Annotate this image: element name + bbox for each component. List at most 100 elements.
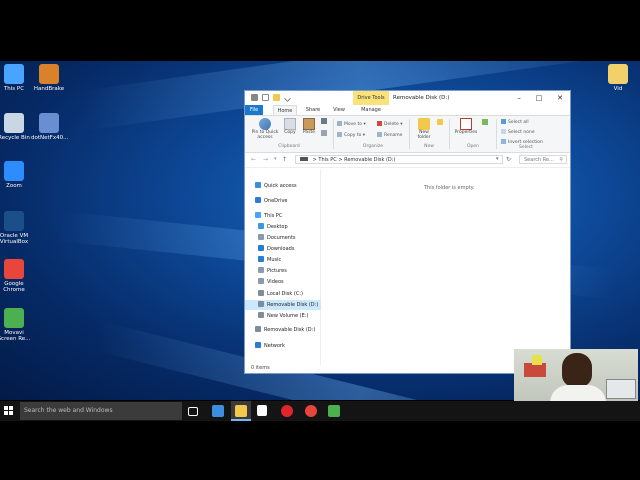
tab-view[interactable]: View — [327, 105, 351, 115]
drive-icon — [300, 157, 308, 161]
select-all-button[interactable]: Select all — [501, 119, 529, 125]
drive-tools-context-tab: Drive Tools — [353, 91, 389, 105]
nav-item-this-pc[interactable]: This PC — [255, 211, 282, 221]
desktop-icon-vid[interactable]: Vid — [600, 64, 636, 92]
documents-icon — [258, 234, 264, 240]
desktop-icon-chrome[interactable]: Google Chrome — [0, 259, 32, 294]
tab-home[interactable]: Home — [273, 105, 297, 115]
nav-item-local-disk-c[interactable]: Local Disk (C:) — [258, 289, 303, 299]
pin-quick-access-button[interactable]: Pin to Quick access — [247, 118, 283, 141]
chevron-down-icon[interactable] — [283, 94, 292, 103]
move-to-button[interactable]: Move to ▾ — [337, 121, 366, 127]
rename-button[interactable]: Rename — [377, 132, 402, 138]
address-input[interactable]: > This PC > Removable Disk (D:) — [295, 155, 503, 164]
nav-item-downloads[interactable]: Downloads — [258, 244, 294, 254]
desktop-icon-zoom[interactable]: Zoom — [0, 161, 32, 189]
back-button[interactable]: ← — [251, 155, 256, 164]
nav-item-new-volume-e[interactable]: New Volume (E:) — [258, 311, 308, 321]
nav-item-label: OneDrive — [264, 198, 288, 204]
nav-item-removable-disk-d[interactable]: Removable Disk (D:) — [245, 300, 321, 310]
nav-item-label: Desktop — [267, 224, 288, 230]
nav-item-onedrive[interactable]: OneDrive — [255, 196, 288, 206]
properties-button[interactable]: Properties — [452, 118, 480, 136]
close-button[interactable]: ✕ — [550, 91, 570, 105]
refresh-button[interactable]: ↻ — [506, 155, 511, 164]
store-icon[interactable] — [257, 405, 267, 416]
file-explorer-icon[interactable] — [235, 405, 247, 417]
new-folder-label: New folder — [417, 130, 431, 140]
cut-button[interactable] — [320, 118, 328, 125]
desktop-icon-label: Google Chrome — [3, 281, 25, 294]
opera-icon[interactable] — [281, 405, 293, 417]
copy-path-button[interactable] — [320, 130, 328, 137]
nav-item-quick-access[interactable]: Quick access — [255, 181, 297, 191]
star-icon — [255, 182, 261, 188]
breadcrumb-location[interactable]: Removable Disk (D:) — [344, 157, 395, 163]
taskbar-search-box[interactable]: Search the web and Windows — [20, 402, 182, 420]
invert-selection-icon — [501, 139, 506, 144]
move-to-label: Move to — [344, 122, 363, 127]
select-group-label: Select — [519, 145, 533, 150]
nav-item-label: Pictures — [267, 268, 287, 274]
copy-to-icon — [337, 132, 342, 137]
new-folder-button[interactable]: New folder — [413, 118, 435, 141]
task-view-icon[interactable] — [188, 407, 198, 416]
videos-icon — [258, 278, 264, 284]
ribbon-separator — [409, 119, 410, 149]
recent-locations-button[interactable]: ▾ — [274, 155, 277, 164]
edge-icon[interactable] — [212, 405, 224, 417]
nav-item-pictures[interactable]: Pictures — [258, 266, 287, 276]
nav-item-network[interactable]: Network — [255, 341, 285, 351]
nav-item-videos[interactable]: Videos — [258, 277, 284, 287]
desktop-icon-this-pc[interactable]: This PC — [0, 64, 32, 92]
copy-icon — [284, 118, 296, 130]
desktop-icon-handbrake[interactable]: HandBrake — [31, 64, 67, 92]
up-button[interactable]: ↑ — [282, 155, 287, 164]
desktop-icon-installer[interactable]: dotNetFx40... — [31, 113, 68, 141]
taskbar-search-placeholder: Search the web and Windows — [24, 407, 113, 414]
copy-button[interactable]: Copy — [282, 118, 298, 136]
desktop-icon-virtualbox[interactable]: Oracle VM VirtualBox — [0, 211, 32, 246]
tab-manage[interactable]: Manage — [355, 105, 387, 115]
delete-button[interactable]: Delete ▾ — [377, 121, 403, 127]
paste-button[interactable]: Paste — [301, 118, 317, 136]
select-none-button[interactable]: Select none — [501, 129, 535, 135]
properties-quick-icon[interactable] — [262, 94, 269, 101]
search-input[interactable]: Search Re... ⚲ — [519, 155, 567, 164]
maximize-button[interactable]: □ — [529, 91, 549, 105]
app-menu-icon[interactable] — [251, 94, 258, 101]
delete-label: Delete — [384, 122, 399, 127]
desktop-icon-movavi[interactable]: Movavi Screen Re... — [0, 308, 32, 343]
window-title: Removable Disk (D:) — [393, 95, 450, 101]
breadcrumb-sep: > — [338, 157, 343, 163]
new-item-button[interactable] — [436, 119, 444, 126]
chrome-icon — [4, 259, 24, 279]
music-icon — [258, 256, 264, 262]
tab-share[interactable]: Share — [301, 105, 325, 115]
chrome-icon[interactable] — [305, 405, 317, 417]
nav-item-documents[interactable]: Documents — [258, 233, 296, 243]
navigation-pane: Quick access OneDrive This PC Desktop Docume… — [245, 181, 321, 361]
organize-group-label: Organize — [362, 144, 384, 149]
file-explorer-window: Drive Tools Removable Disk (D:) – □ ✕ Fi… — [244, 90, 571, 374]
nav-item-label: Removable Disk (D:) — [264, 327, 316, 333]
empty-folder-message: This folder is empty. — [424, 185, 475, 191]
nav-item-removable-disk-d[interactable]: Removable Disk (D:) — [255, 325, 315, 335]
open-button[interactable] — [481, 119, 489, 126]
start-button[interactable] — [4, 406, 14, 416]
tab-file[interactable]: File — [245, 105, 263, 115]
breadcrumb-this-pc[interactable]: This PC — [318, 157, 336, 163]
address-dropdown-button[interactable]: ▾ — [496, 155, 499, 164]
copy-to-button[interactable]: Copy to ▾ — [337, 132, 365, 138]
nav-item-desktop[interactable]: Desktop — [258, 222, 288, 232]
nav-item-music[interactable]: Music — [258, 255, 281, 265]
downloads-icon — [258, 245, 264, 251]
taskbar: Search the web and Windows — [0, 401, 640, 421]
new-folder-quick-icon[interactable] — [273, 94, 280, 101]
forward-button[interactable]: → — [263, 155, 268, 164]
minimize-button[interactable]: – — [509, 91, 529, 105]
select-all-icon — [501, 119, 506, 124]
select-none-icon — [501, 129, 506, 134]
desktop-icon-recycle-bin[interactable]: Recycle Bin — [0, 113, 32, 141]
movavi-icon[interactable] — [328, 405, 340, 417]
